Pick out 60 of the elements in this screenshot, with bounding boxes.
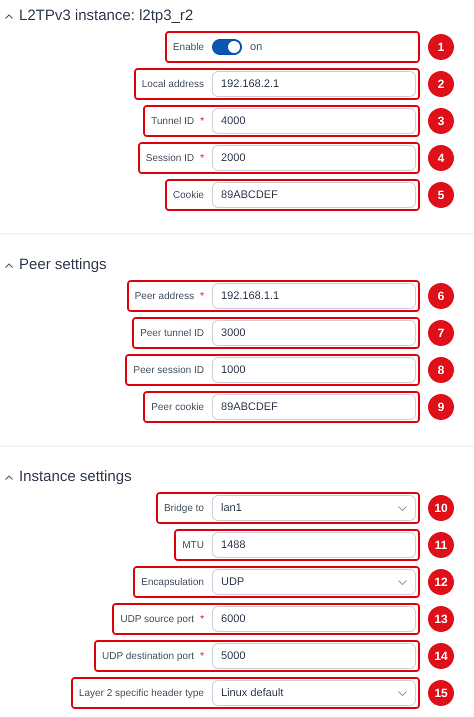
section-title: Instance settings [19,466,132,487]
field-label: Local address [142,78,204,92]
number-badge: 4 [428,145,454,171]
input-field[interactable]: 1000 [212,357,416,383]
field-label: Peer address [134,290,194,304]
field-label: Peer cookie [151,400,204,414]
number-badge: 12 [428,569,454,595]
number-badge: 8 [428,357,454,383]
input-field[interactable]: 192.168.2.1 [212,71,416,97]
required-mark: * [200,290,204,304]
number-badge: 13 [428,606,454,632]
required-mark: * [200,612,204,626]
field-label: MTU [182,538,204,552]
required-mark: * [200,650,204,664]
number-badge: 7 [428,320,454,346]
field-label: UDP destination port [102,650,194,664]
input-field[interactable]: 89ABCDEF [212,394,416,420]
number-badge: 1 [428,34,454,60]
field-label: Bridge to [164,502,204,516]
number-badge: 3 [428,108,454,134]
toggle-switch[interactable] [212,39,242,55]
collapse-chevron-icon[interactable] [5,14,13,18]
field-label: Encapsulation [141,576,204,590]
field-label: Peer session ID [133,364,204,378]
chevron-down-icon [398,580,407,584]
toggle-state: on [250,40,262,55]
select-field[interactable]: UDP [212,569,416,595]
select-field[interactable]: lan1 [212,495,416,521]
section-title: L2TPv3 instance: l2tp3_r2 [19,6,194,26]
number-badge: 10 [428,495,454,521]
field-label: Peer tunnel ID [140,326,204,340]
chevron-down-icon [398,506,407,510]
field-label: Cookie [172,188,204,202]
required-mark: * [200,114,204,128]
field-label: Layer 2 specific header type [78,686,204,700]
number-badge: 15 [428,680,454,706]
input-field[interactable]: 5000 [212,643,416,669]
collapse-chevron-icon[interactable] [5,474,13,480]
input-field[interactable]: 192.168.1.1 [212,283,416,309]
input-field[interactable]: 3000 [212,320,416,346]
required-mark: * [200,152,204,166]
select-field[interactable]: Linux default [212,680,416,706]
number-badge: 2 [428,71,454,97]
number-badge: 11 [428,532,454,558]
field-label: Session ID [146,152,194,166]
field-label: Tunnel ID [151,114,194,128]
section-title: Peer settings [19,254,107,275]
collapse-chevron-icon[interactable] [5,262,13,268]
field-label: Enable [172,40,204,54]
field-label: UDP source port [120,612,194,626]
number-badge: 5 [428,182,454,208]
chevron-down-icon [398,690,407,696]
number-badge: 9 [428,394,454,420]
number-badge: 14 [428,643,454,669]
input-field[interactable]: 2000 [212,145,416,171]
input-field[interactable]: 4000 [212,108,416,134]
number-badge: 6 [428,283,454,309]
input-field[interactable]: 1488 [212,532,416,558]
input-field[interactable]: 6000 [212,606,416,632]
input-field[interactable]: 89ABCDEF [212,182,416,208]
